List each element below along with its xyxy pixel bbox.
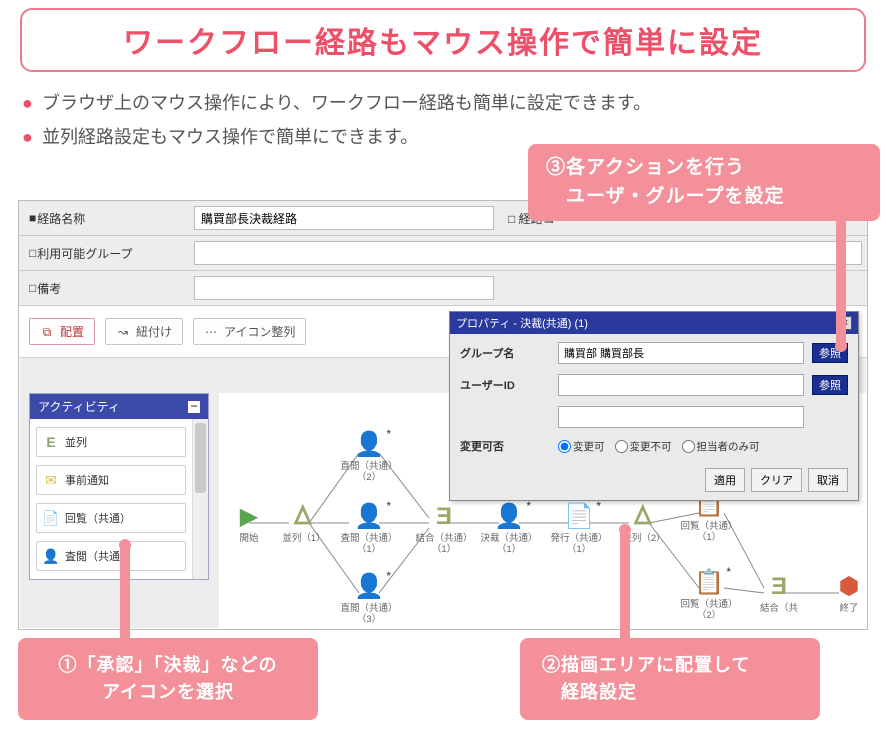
split-icon: 𐊅 [274,505,334,529]
prop-user-input[interactable] [558,374,804,396]
prop-user-input-2[interactable] [558,406,804,428]
mail-icon: ✉ [43,472,59,488]
node-end[interactable]: ⬢ 終了 [819,575,879,614]
activity-panel-title: アクティビティ [38,398,120,415]
node-join-2[interactable]: Ǝ 結合（共 [749,575,809,614]
prop-change-label: 変更可否 [460,438,550,454]
remarks-input[interactable] [194,276,494,300]
callout-1: ①「承認」「決裁」などのアイコンを選択 [18,638,318,720]
node-join[interactable]: Ǝ 結合（共通）（1） [414,505,474,556]
radio-assignee-only[interactable]: 担当者のみ可 [682,439,760,454]
node-review-2[interactable]: * 👤 直閲（共通）（2） [339,433,399,484]
link-icon: ↝ [116,325,130,339]
remarks-label: 備考 [19,271,189,305]
node-issue[interactable]: * 📄 発行（共通）（1） [549,505,609,556]
activity-scrollbar[interactable] [192,419,208,579]
activity-panel-header[interactable]: アクティビティ − [30,394,208,419]
node-parallel-1[interactable]: 𐊅 並列（1） [274,505,334,544]
person-icon: 👤 [479,505,539,529]
route-name-input[interactable] [194,206,494,230]
document-icon: 📄 [43,510,59,526]
join-icon: Ǝ [414,505,474,529]
node-circ-2[interactable]: * 📋 回覧（共通）（2） [679,571,739,622]
callout-3-stem [836,218,846,348]
page-title: ワークフロー経路もマウス操作で簡単に設定 [20,8,866,72]
callout-1-stem [120,543,130,643]
activity-item-prenotify[interactable]: ✉ 事前通知 [36,465,186,495]
group-input[interactable] [194,241,862,265]
route-name-label: 経路名称 [19,201,189,235]
radio-not-changeable[interactable]: 変更不可 [615,439,672,454]
parallel-icon: E [43,434,59,450]
link-button[interactable]: ↝ 紐付け [105,318,183,345]
clear-button[interactable]: クリア [751,468,802,492]
ref-button-user[interactable]: 参照 [812,375,848,395]
activity-item-parallel[interactable]: E 並列 [36,427,186,457]
group-label: 利用可能グループ [19,236,189,270]
node-start[interactable]: ▶ 開始 [219,505,279,544]
prop-group-label: グループ名 [460,345,550,361]
prop-row-user2 [460,406,848,428]
end-icon: ⬢ [819,575,879,599]
node-review-1[interactable]: * 👤 査閲（共通）（1） [339,505,399,556]
node-review-3[interactable]: * 👤 直閲（共通）（3） [339,575,399,626]
workflow-editor-window: 経路名称 経路コ 利用可能グループ 備考 ⧉ 配置 ↝ 紐付け ⋯ アイコン整列… [18,200,868,630]
person-icon: 👤 [339,505,399,529]
prop-user-label: ユーザーID [460,377,550,393]
property-dialog-title: プロパティ - 決裁(共通) (1) [456,315,588,331]
place-icon: ⧉ [40,325,54,339]
callout-2: ②描画エリアに配置して 経路設定 [520,638,820,720]
panel-minimize-icon[interactable]: − [188,401,200,413]
row-group: 利用可能グループ [19,236,867,271]
row-remarks: 備考 [19,271,867,306]
document-icon: 📄 [549,505,609,529]
callout-2-stem [620,528,630,643]
node-decide[interactable]: * 👤 決裁（共通）（1） [479,505,539,556]
activity-list: E 並列 ✉ 事前通知 📄 回覧（共通） 👤 査閲（共通） [30,419,192,579]
person-icon: 👤 [339,575,399,599]
prop-row-group: グループ名 参照 [460,342,848,364]
radio-changeable[interactable]: 変更可 [558,439,605,454]
cancel-button[interactable]: 取消 [808,468,848,492]
property-dialog-header[interactable]: プロパティ - 決裁(共通) (1) × [450,312,858,334]
prop-group-input[interactable] [558,342,804,364]
align-icon: ⋯ [204,325,218,339]
bullet-1: ブラウザ上のマウス操作により、ワークフロー経路も簡単に設定できます。 [22,86,864,120]
start-icon: ▶ [219,505,279,529]
callout-3: ③各アクションを行う ユーザ・グループを設定 [528,144,880,221]
align-button[interactable]: ⋯ アイコン整列 [193,318,306,345]
person-icon: 👤 [43,548,59,564]
activity-item-circulate[interactable]: 📄 回覧（共通） [36,503,186,533]
apply-button[interactable]: 適用 [705,468,745,492]
prop-row-user: ユーザーID 参照 [460,374,848,396]
place-button[interactable]: ⧉ 配置 [29,318,95,345]
activity-item-review[interactable]: 👤 査閲（共通） [36,541,186,571]
activity-panel: アクティビティ − E 並列 ✉ 事前通知 📄 回覧（共通） 👤 [29,393,209,580]
prop-row-change: 変更可否 変更可 変更不可 担当者のみ可 [460,438,848,454]
person-icon: 👤 [339,433,399,457]
join-icon: Ǝ [749,575,809,599]
property-dialog[interactable]: プロパティ - 決裁(共通) (1) × グループ名 参照 ユーザーID 参照 … [449,311,859,501]
scrollbar-thumb[interactable] [195,423,206,493]
doc-check-icon: 📋 [679,571,739,595]
